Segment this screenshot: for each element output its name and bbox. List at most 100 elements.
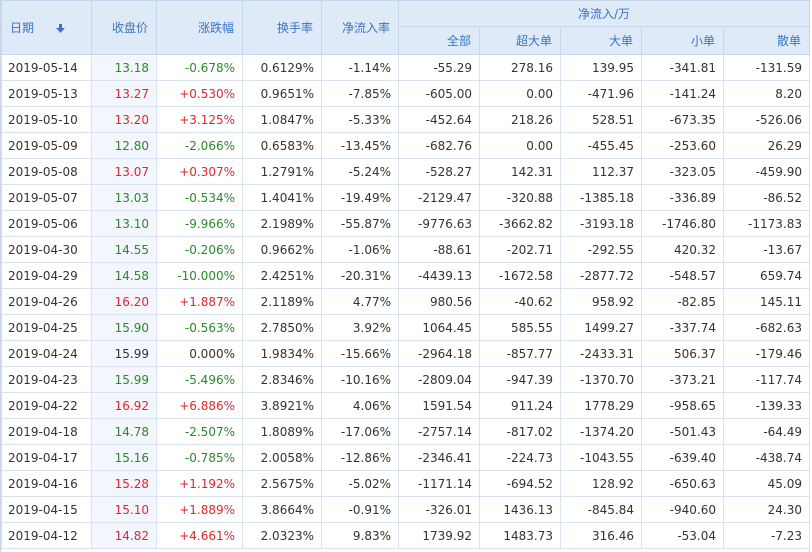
turnover-cell: 2.4251% — [242, 262, 322, 289]
netflow-rate-cell: -17.06% — [321, 418, 399, 445]
netflow-all-cell: 1739.92 — [398, 522, 480, 549]
netflow-retail-cell: -86.52 — [723, 184, 810, 211]
close-cell: 14.58 — [91, 262, 157, 289]
turnover-cell: 2.0058% — [242, 444, 322, 471]
netflow-rate-cell: 4.77% — [321, 288, 399, 315]
change-cell: -0.785% — [156, 444, 243, 471]
date-cell: 2019-04-12 — [1, 522, 92, 549]
table-row: 2019-05-07 13.03 -0.534% 1.4041% -19.49% -212… — [1, 184, 810, 211]
netflow-all-cell: -605.00 — [398, 80, 480, 107]
netflow-rate-cell: -5.33% — [321, 106, 399, 133]
close-cell: 15.99 — [91, 340, 157, 367]
netflow-rate-cell: -20.31% — [321, 262, 399, 289]
table-row: 2019-04-25 15.90 -0.563% 2.7850% 3.92% 1064.4… — [1, 314, 810, 341]
netflow-super-cell: -817.02 — [479, 418, 561, 445]
change-cell: +4.661% — [156, 522, 243, 549]
netflow-super-cell: -202.71 — [479, 236, 561, 263]
netflow-small-cell: -82.85 — [641, 288, 724, 315]
column-header-change[interactable]: 涨跌幅 — [156, 0, 243, 55]
netflow-big-cell: -2433.31 — [560, 340, 642, 367]
netflow-retail-cell: 26.29 — [723, 132, 810, 159]
netflow-retail-cell: 145.11 — [723, 288, 810, 315]
netflow-all-cell: -326.01 — [398, 496, 480, 523]
netflow-small-cell: -336.89 — [641, 184, 724, 211]
turnover-cell: 1.0847% — [242, 106, 322, 133]
netflow-all-cell: -2757.14 — [398, 418, 480, 445]
netflow-small-cell: -650.63 — [641, 470, 724, 497]
column-header-big[interactable]: 大单 — [560, 26, 642, 55]
netflow-super-cell: 142.31 — [479, 158, 561, 185]
netflow-all-cell: -1171.14 — [398, 470, 480, 497]
netflow-super-cell: 278.16 — [479, 54, 561, 81]
table-row: 2019-05-09 12.80 -2.066% 0.6583% -13.45% -682… — [1, 132, 810, 159]
close-cell: 14.78 — [91, 418, 157, 445]
netflow-super-cell: 1483.73 — [479, 522, 561, 549]
arrow-down-icon[interactable] — [55, 22, 65, 36]
netflow-big-cell: 316.46 — [560, 522, 642, 549]
netflow-retail-cell: -64.49 — [723, 418, 810, 445]
date-cell: 2019-04-29 — [1, 262, 92, 289]
date-cell: 2019-04-24 — [1, 340, 92, 367]
turnover-cell: 2.7850% — [242, 314, 322, 341]
turnover-cell: 3.8921% — [242, 392, 322, 419]
column-header-netflow-rate[interactable]: 净流入率 — [321, 0, 399, 55]
netflow-retail-cell: -179.46 — [723, 340, 810, 367]
date-cell: 2019-05-10 — [1, 106, 92, 133]
table-row: 2019-05-14 13.18 -0.678% 0.6129% -1.14% -55.2… — [1, 54, 810, 81]
date-cell: 2019-04-30 — [1, 236, 92, 263]
column-header-turnover[interactable]: 换手率 — [242, 0, 322, 55]
netflow-retail-cell: -7.23 — [723, 522, 810, 549]
change-cell: -10.000% — [156, 262, 243, 289]
netflow-rate-cell: -5.24% — [321, 158, 399, 185]
close-cell: 15.28 — [91, 470, 157, 497]
table-row: 2019-04-30 14.55 -0.206% 0.9662% -1.06% -88.6… — [1, 236, 810, 263]
date-cell: 2019-04-22 — [1, 392, 92, 419]
netflow-super-cell: -1672.58 — [479, 262, 561, 289]
netflow-big-cell: -292.55 — [560, 236, 642, 263]
netflow-big-cell: -1370.70 — [560, 366, 642, 393]
close-cell: 15.90 — [91, 314, 157, 341]
netflow-small-cell: -958.65 — [641, 392, 724, 419]
column-header-all[interactable]: 全部 — [398, 26, 480, 55]
netflow-retail-cell: -13.67 — [723, 236, 810, 263]
date-cell: 2019-04-16 — [1, 470, 92, 497]
netflow-big-cell: -455.45 — [560, 132, 642, 159]
netflow-super-cell: -320.88 — [479, 184, 561, 211]
close-cell: 13.07 — [91, 158, 157, 185]
turnover-cell: 0.9662% — [242, 236, 322, 263]
close-cell: 12.80 — [91, 132, 157, 159]
column-header-retail[interactable]: 散单 — [723, 26, 810, 55]
change-cell: -0.206% — [156, 236, 243, 263]
turnover-cell: 3.8664% — [242, 496, 322, 523]
netflow-big-cell: -845.84 — [560, 496, 642, 523]
turnover-cell: 2.1189% — [242, 288, 322, 315]
column-header-super[interactable]: 超大单 — [479, 26, 561, 55]
netflow-rate-cell: 4.06% — [321, 392, 399, 419]
netflow-big-cell: 958.92 — [560, 288, 642, 315]
change-cell: -0.563% — [156, 314, 243, 341]
netflow-super-cell: -857.77 — [479, 340, 561, 367]
netflow-big-cell: -471.96 — [560, 80, 642, 107]
table-body: 2019-05-14 13.18 -0.678% 0.6129% -1.14% -55.2… — [1, 54, 810, 549]
close-cell: 13.10 — [91, 210, 157, 237]
close-cell: 13.18 — [91, 54, 157, 81]
netflow-small-cell: -323.05 — [641, 158, 724, 185]
netflow-small-cell: 506.37 — [641, 340, 724, 367]
netflow-rate-cell: 9.83% — [321, 522, 399, 549]
netflow-rate-cell: -1.06% — [321, 236, 399, 263]
netflow-all-cell: -88.61 — [398, 236, 480, 263]
netflow-rate-cell: -12.86% — [321, 444, 399, 471]
column-header-date[interactable]: 日期 — [1, 0, 92, 55]
change-cell: -9.966% — [156, 210, 243, 237]
change-cell: +1.889% — [156, 496, 243, 523]
netflow-retail-cell: 659.74 — [723, 262, 810, 289]
netflow-small-cell: -501.43 — [641, 418, 724, 445]
netflow-rate-cell: -7.85% — [321, 80, 399, 107]
column-header-close[interactable]: 收盘价 — [91, 0, 157, 55]
netflow-super-cell: -947.39 — [479, 366, 561, 393]
column-header-small[interactable]: 小单 — [641, 26, 724, 55]
change-cell: +6.886% — [156, 392, 243, 419]
date-cell: 2019-05-14 — [1, 54, 92, 81]
table-row: 2019-04-15 15.10 +1.889% 3.8664% -0.91% -326.… — [1, 496, 810, 523]
netflow-retail-cell: -1173.83 — [723, 210, 810, 237]
